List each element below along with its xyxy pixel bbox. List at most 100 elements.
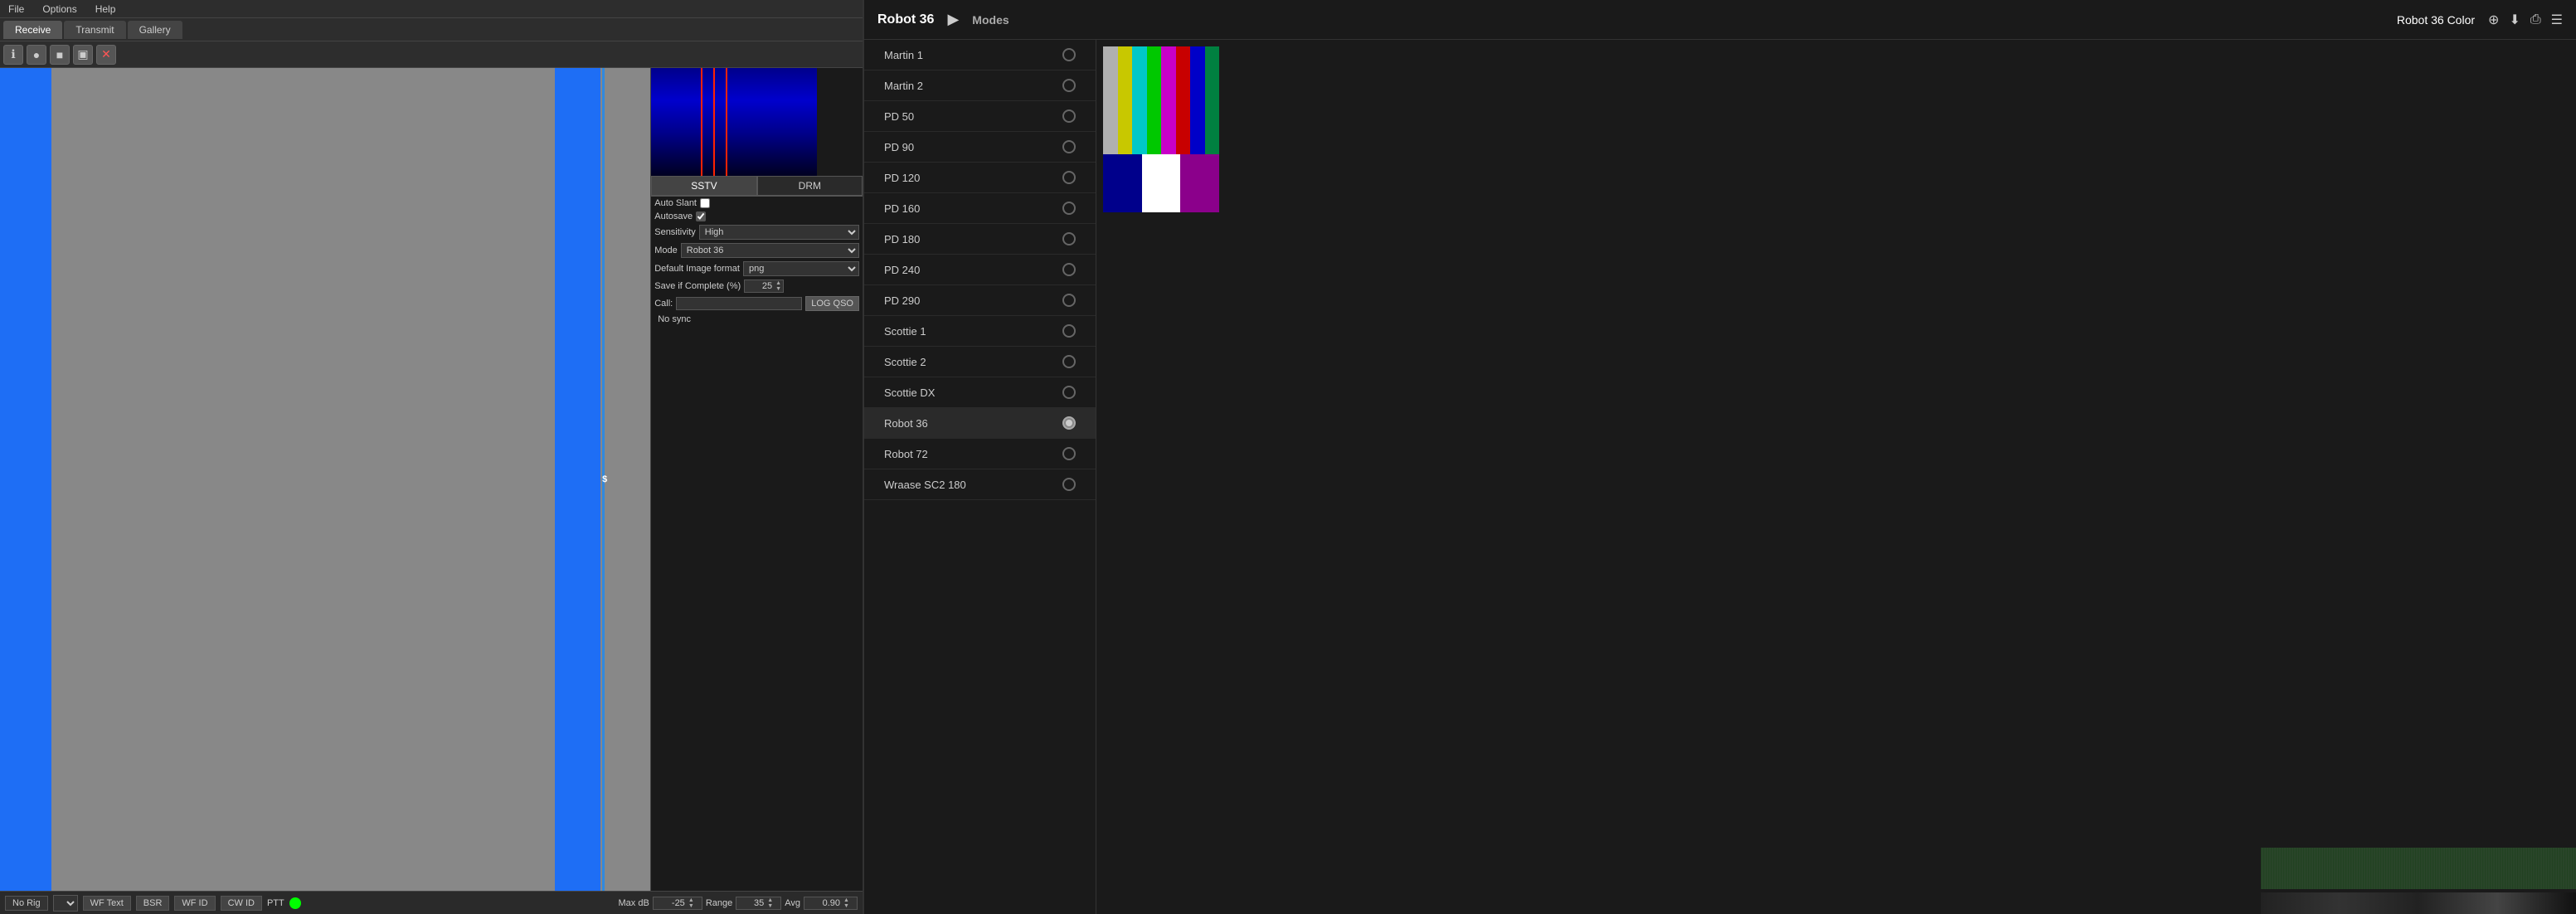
log-qso-button[interactable]: LOG QSO (805, 296, 859, 311)
mode-label: Mode (654, 246, 678, 255)
info-button[interactable]: ℹ (3, 45, 23, 65)
noise-strip-area (2261, 848, 2576, 914)
close-button[interactable]: ✕ (96, 45, 116, 65)
menu-icon[interactable]: ☰ (2551, 12, 2563, 28)
format-select[interactable]: png jpg bmp (743, 261, 859, 276)
mode-list: Martin 1 Martin 2 PD 50 PD 90 PD 120 (864, 40, 1096, 914)
avg-spinbox[interactable]: ▲ ▼ (804, 897, 858, 910)
signal-blue-right (555, 68, 600, 891)
sensitivity-row: Sensitivity Low Medium High Very High (651, 223, 863, 241)
autosave-checkbox[interactable] (696, 211, 706, 221)
wf-text-button[interactable]: WF Text (83, 896, 131, 911)
range-down[interactable]: ▼ (766, 903, 775, 909)
auto-slant-row: Auto Slant (651, 197, 863, 210)
mode-item-scottie2[interactable]: Scottie 2 (864, 347, 1096, 377)
menu-file[interactable]: File (5, 3, 27, 15)
mode-item-robot72[interactable]: Robot 72 (864, 439, 1096, 469)
cw-id-button[interactable]: CW ID (221, 896, 262, 911)
menu-help[interactable]: Help (92, 3, 119, 15)
stop-button[interactable]: ■ (50, 45, 70, 65)
mode-item-wraase[interactable]: Wraase SC2 180 (864, 469, 1096, 500)
format-label: Default Image format (654, 264, 740, 274)
sstv-drm-tabs: SSTV DRM (651, 176, 863, 197)
mode-row: Mode Robot 36 Robot 72 Martin 1 Martin 2 (651, 241, 863, 260)
record-button[interactable]: ● (27, 45, 46, 65)
mode-item-martin2[interactable]: Martin 2 (864, 70, 1096, 101)
mode-item-pd50[interactable]: PD 50 (864, 101, 1096, 132)
mode-radio-scottiedx (1062, 386, 1076, 399)
max-db-spinbox[interactable]: ▲ ▼ (653, 897, 702, 910)
avg-label: Avg (785, 898, 800, 908)
autosave-row: Autosave (651, 210, 863, 223)
range-up[interactable]: ▲ (766, 897, 775, 903)
autosave-label: Autosave (654, 211, 693, 221)
call-input[interactable] (676, 297, 802, 310)
wf-id-button[interactable]: WF ID (174, 896, 215, 911)
mode-item-scottiedx[interactable]: Scottie DX (864, 377, 1096, 408)
ptt-label: PTT (267, 898, 284, 908)
tab-transmit[interactable]: Transmit (64, 21, 125, 39)
mode-radio-pd90 (1062, 140, 1076, 153)
range-spinbox[interactable]: ▲ ▼ (736, 897, 781, 910)
spinbox-up[interactable]: ▲ (774, 280, 783, 286)
mode-item-scottie1[interactable]: Scottie 1 (864, 316, 1096, 347)
add-icon[interactable]: ⊕ (2488, 12, 2499, 28)
color-bar-dark-green (1205, 46, 1220, 154)
mode-item-pd90[interactable]: PD 90 (864, 132, 1096, 163)
avg-arrows: ▲ ▼ (842, 897, 851, 909)
image-button[interactable]: ▣ (73, 45, 93, 65)
spinbox-down[interactable]: ▼ (774, 286, 783, 292)
color-bar-yellow (1118, 46, 1133, 154)
mode-item-pd240[interactable]: PD 240 (864, 255, 1096, 285)
play-button[interactable]: ▶ (947, 11, 959, 28)
max-db-up[interactable]: ▲ (687, 897, 696, 903)
avg-up[interactable]: ▲ (842, 897, 851, 903)
mode-radio-wraase (1062, 478, 1076, 491)
tab-receive[interactable]: Receive (3, 21, 62, 39)
signal-label: $ (602, 474, 607, 484)
mode-radio-pd160 (1062, 202, 1076, 215)
range-label: Range (706, 898, 732, 908)
max-db-arrows: ▲ ▼ (687, 897, 696, 909)
download-icon[interactable]: ⬇ (2509, 12, 2520, 28)
status-bar: No Rig WF Text BSR WF ID CW ID PTT Max d… (0, 891, 863, 914)
share-icon[interactable]: ⎙ (2530, 12, 2541, 27)
menu-options[interactable]: Options (39, 3, 80, 15)
save-complete-spinbox[interactable]: ▲ ▼ (744, 280, 784, 293)
mode-radio-robot36 (1062, 416, 1076, 430)
tab-drm[interactable]: DRM (757, 176, 863, 196)
color-bar-blue (1190, 46, 1205, 154)
mode-item-pd160[interactable]: PD 160 (864, 193, 1096, 224)
save-complete-row: Save if Complete (%) ▲ ▼ (651, 278, 863, 294)
mode-item-martin1[interactable]: Martin 1 (864, 40, 1096, 70)
color-bar-red (1176, 46, 1191, 154)
sensitivity-select[interactable]: Low Medium High Very High (699, 225, 859, 240)
tab-sstv[interactable]: SSTV (651, 176, 756, 196)
mode-select[interactable]: Robot 36 Robot 72 Martin 1 Martin 2 (681, 243, 859, 258)
mode-item-robot36[interactable]: Robot 36 (864, 408, 1096, 439)
nav-tabs: Receive Transmit Gallery (0, 18, 863, 41)
preview-area (1096, 40, 2576, 914)
auto-slant-checkbox[interactable] (700, 198, 710, 208)
mode-radio-scottie2 (1062, 355, 1076, 368)
tab-gallery[interactable]: Gallery (128, 21, 182, 39)
mode-item-pd120[interactable]: PD 120 (864, 163, 1096, 193)
max-db-input[interactable] (654, 897, 687, 909)
max-db-down[interactable]: ▼ (687, 903, 696, 909)
color-bar-gray (1103, 46, 1118, 154)
mode-item-pd180[interactable]: PD 180 (864, 224, 1096, 255)
avg-down[interactable]: ▼ (842, 903, 851, 909)
mode-item-pd290[interactable]: PD 290 (864, 285, 1096, 316)
mode-item-martin2-label: Martin 2 (884, 80, 923, 92)
robot36-color-title: Robot 36 Color (2397, 13, 2475, 27)
call-row: Call: LOG QSO (651, 294, 863, 313)
rig-select[interactable] (53, 895, 78, 912)
spinbox-arrows: ▲ ▼ (774, 280, 783, 292)
range-input[interactable] (736, 897, 766, 909)
left-panel: File Options Help Receive Transmit Galle… (0, 0, 863, 914)
avg-input[interactable] (804, 897, 842, 909)
save-complete-input[interactable] (745, 280, 774, 292)
signal-area: $ (0, 68, 650, 891)
color-bar-white (1142, 154, 1181, 212)
bsr-button[interactable]: BSR (136, 896, 170, 911)
